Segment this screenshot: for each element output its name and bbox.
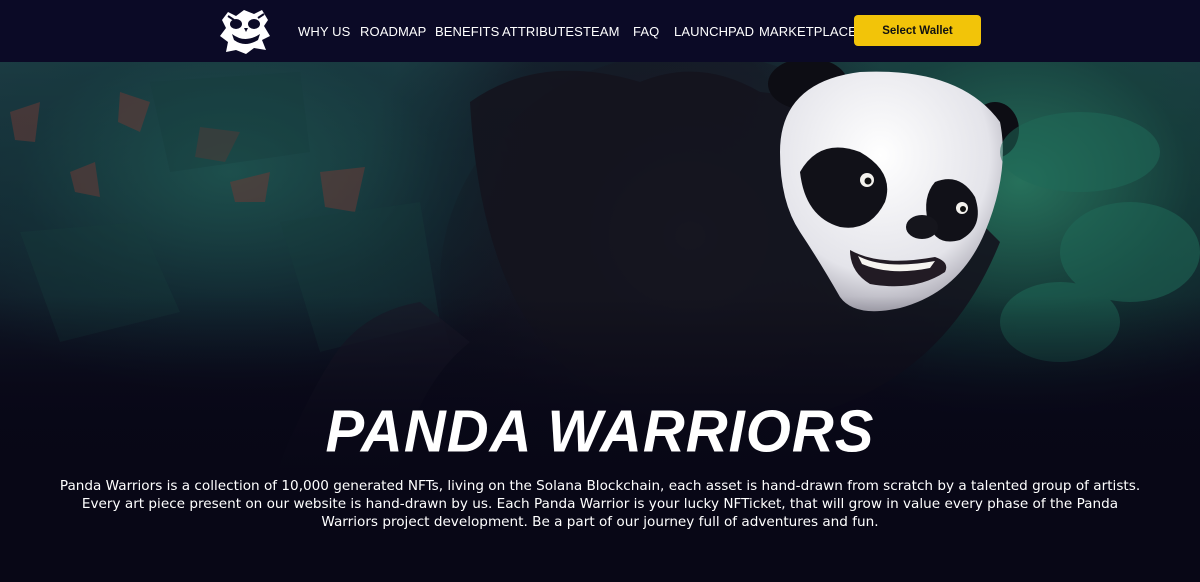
nav-item-marketplace[interactable]: MARKETPLACE	[759, 24, 857, 39]
panda-warrior-logo-icon[interactable]	[214, 6, 276, 56]
hero-title: PANDA WARRIORS	[325, 398, 875, 465]
nav-item-attributes[interactable]: ATTRIBUTES	[502, 24, 583, 39]
nav-item-team[interactable]: TEAM	[583, 24, 620, 39]
nav-item-roadmap[interactable]: ROADMAP	[360, 24, 426, 39]
nav-item-faq[interactable]: FAQ	[633, 24, 659, 39]
nav-item-benefits[interactable]: BENEFITS	[435, 24, 499, 39]
top-navbar: WHY US ROADMAP BENEFITS ATTRIBUTES TEAM …	[0, 0, 1200, 62]
select-wallet-button[interactable]: Select Wallet	[854, 15, 981, 46]
nav-item-why-us[interactable]: WHY US	[298, 24, 350, 39]
nav-item-launchpad[interactable]: LAUNCHPAD	[674, 24, 754, 39]
hero-description: Panda Warriors is a collection of 10,000…	[59, 478, 1141, 530]
